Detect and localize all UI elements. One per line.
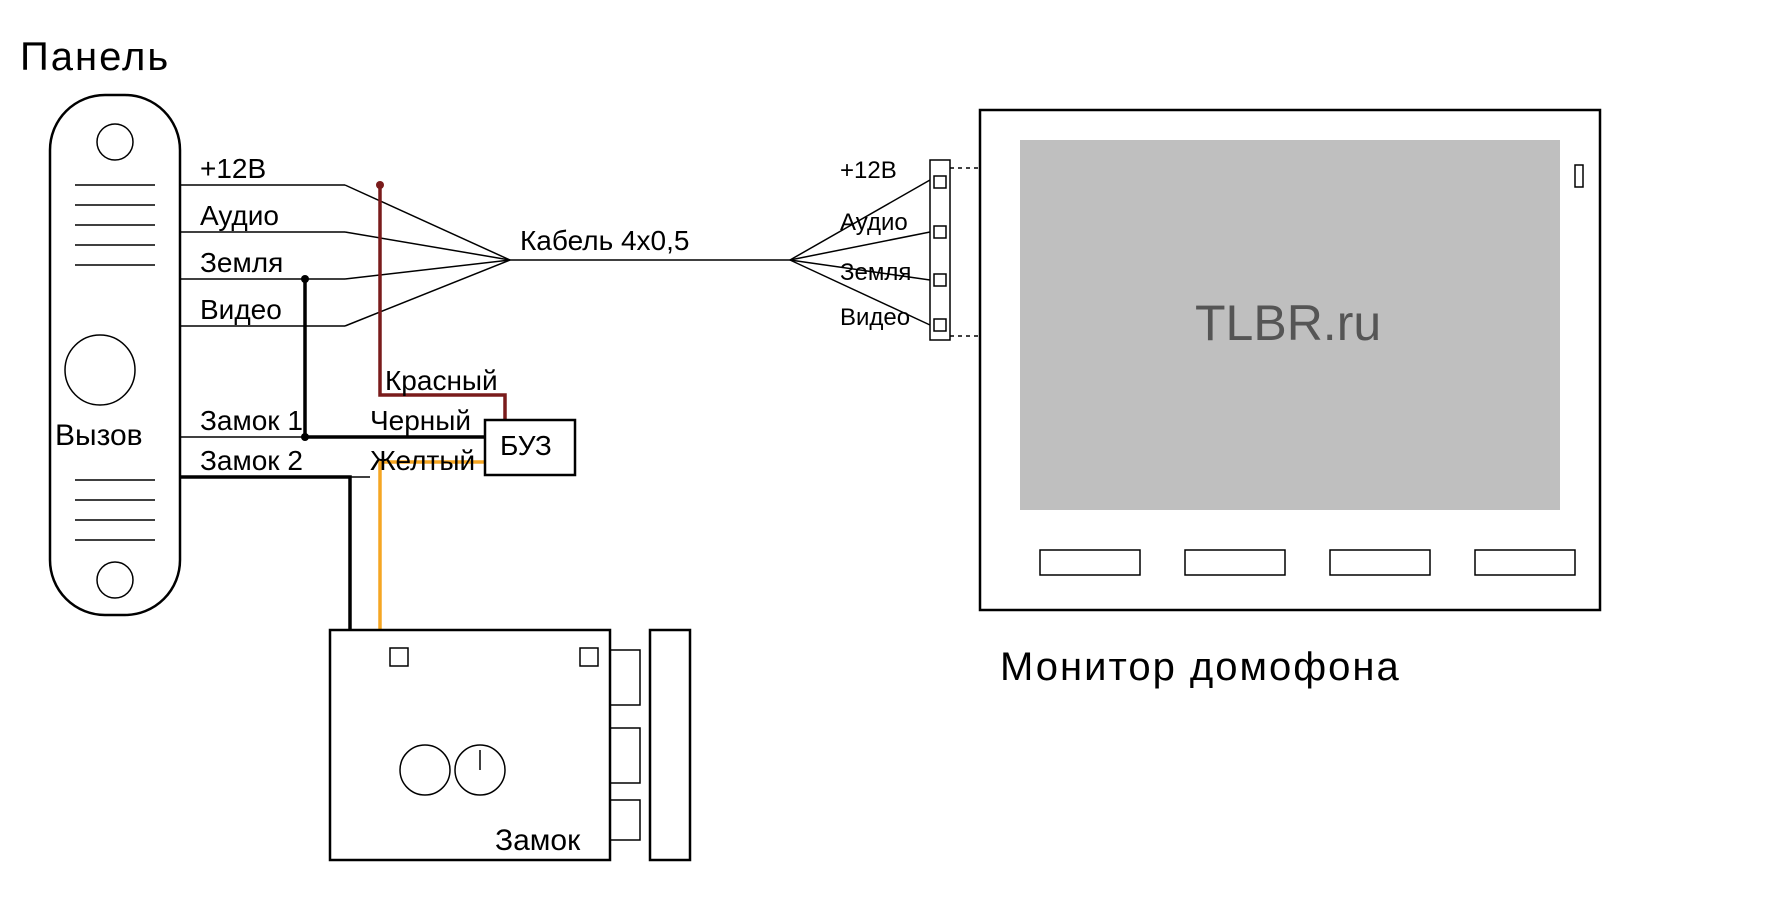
monitor-connector: +12В Аудио Земля Видео bbox=[840, 157, 980, 340]
panel-device: Вызов bbox=[50, 95, 180, 615]
svg-text:+12В: +12В bbox=[200, 153, 266, 184]
panel-title: Панель bbox=[20, 35, 170, 79]
lock1-label: Замок 1 bbox=[200, 405, 303, 436]
cable-label: Кабель 4х0,5 bbox=[520, 225, 689, 256]
lock2-label: Замок 2 bbox=[200, 445, 303, 476]
svg-text:Видео: Видео bbox=[200, 294, 282, 325]
svg-text:Замок: Замок bbox=[495, 824, 581, 857]
monitor-screen-text: TLBR.ru bbox=[1195, 295, 1381, 351]
svg-text:Земля: Земля bbox=[200, 247, 283, 278]
buz-red-label: Красный bbox=[385, 365, 498, 396]
buz-box: БУЗ bbox=[485, 420, 575, 475]
buz-black-label: Черный bbox=[370, 405, 471, 436]
svg-text:БУЗ: БУЗ bbox=[500, 430, 552, 461]
svg-text:Земля: Земля bbox=[840, 259, 911, 286]
svg-text:Видео: Видео bbox=[840, 304, 910, 331]
svg-text:Аудио: Аудио bbox=[200, 200, 279, 231]
panel-wire-labels: +12В Аудио Земля Видео bbox=[180, 153, 345, 326]
monitor-title: Монитор домофона bbox=[1000, 645, 1401, 689]
buz-yellow-label: Желтый bbox=[370, 445, 475, 476]
svg-text:Аудио: Аудио bbox=[840, 209, 908, 236]
lock-device: Замок bbox=[330, 630, 690, 860]
panel-call-label: Вызов bbox=[55, 419, 143, 452]
monitor-device: TLBR.ru bbox=[980, 110, 1600, 610]
svg-text:+12В: +12В bbox=[840, 157, 897, 184]
